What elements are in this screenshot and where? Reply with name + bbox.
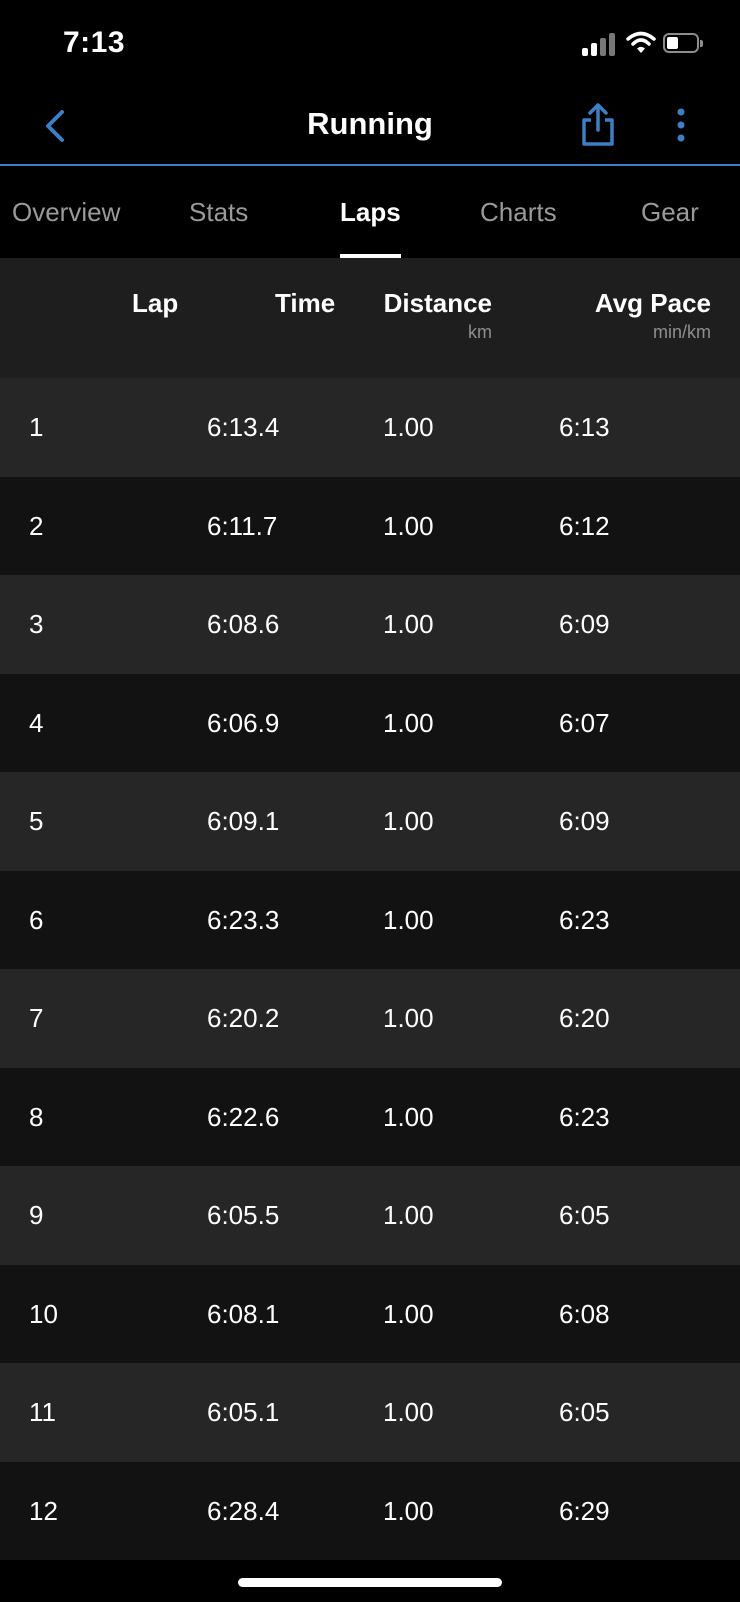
tab-bar: Overview Stats Laps Charts Gear [0,166,740,258]
cell-pace: 6:07 [559,707,610,738]
cell-lap: 9 [29,1200,44,1230]
cell-time: 6:22.6 [207,1101,280,1132]
cell-time: 6:06.9 [207,707,280,738]
home-indicator[interactable] [238,1578,502,1587]
cell-distance: 1.00 [383,1003,434,1033]
cell-time: 6:05.1 [207,1397,280,1427]
cell-time: 6:09.1 [207,806,280,836]
cell-lap: 6 [29,904,44,935]
cell-time: 6:13.4 [207,412,280,442]
tab-stats[interactable]: Stats [189,166,248,258]
cell-pace: 6:20 [559,1003,610,1033]
table-row[interactable]: 7 6:20.2 1.00 6:20 [0,969,740,1068]
status-time: 7:13 [63,26,126,59]
cell-pace: 6:12 [559,510,610,541]
column-header-distance[interactable]: Distance [384,288,492,319]
table-row[interactable]: 3 6:08.6 1.00 6:09 [0,575,740,674]
cell-lap: 1 [29,412,44,442]
cell-lap: 5 [29,806,44,836]
cell-distance: 1.00 [383,412,434,442]
table-row[interactable]: 4 6:06.9 1.00 6:07 [0,673,740,772]
table-row[interactable]: 10 6:08.1 1.00 6:08 [0,1264,740,1363]
table-row[interactable]: 8 6:22.6 1.00 6:23 [0,1067,740,1166]
cell-lap: 10 [29,1298,58,1329]
cell-pace: 6:09 [559,609,610,639]
cell-lap: 4 [29,707,44,738]
tab-laps[interactable]: Laps [340,166,401,258]
laps-table-header: Lap Time Distance km Avg Pace min/km [0,258,740,378]
tab-charts[interactable]: Charts [480,166,557,258]
cellular-signal-icon [582,32,618,56]
table-row[interactable]: 12 6:28.4 1.00 6:29 [0,1461,740,1560]
battery-icon [663,33,704,55]
table-row[interactable]: 6 6:23.3 1.00 6:23 [0,870,740,969]
cell-pace: 6:23 [559,904,610,935]
cell-distance: 1.00 [383,1298,434,1329]
cell-distance: 1.00 [383,609,434,639]
cell-lap: 12 [29,1495,58,1526]
cell-time: 6:08.1 [207,1298,280,1329]
cell-pace: 6:23 [559,1101,610,1132]
column-header-avg-pace[interactable]: Avg Pace [595,288,711,319]
cell-distance: 1.00 [383,707,434,738]
cell-distance: 1.00 [383,904,434,935]
laps-table-body: 1 6:13.4 1.00 6:13 2 6:11.7 1.00 6:12 3 … [0,378,740,1560]
cell-lap: 2 [29,510,44,541]
tab-overview[interactable]: Overview [12,166,120,258]
tab-gear[interactable]: Gear [641,166,699,258]
page-title: Running [307,106,433,141]
cell-pace: 6:09 [559,806,610,836]
cell-distance: 1.00 [383,1495,434,1526]
cell-lap: 3 [29,609,44,639]
cell-lap: 11 [29,1397,56,1427]
cell-time: 6:08.6 [207,609,280,639]
cell-pace: 6:05 [559,1397,610,1427]
nav-bar: Running [0,90,740,166]
cell-pace: 6:13 [559,412,610,442]
cell-time: 6:20.2 [207,1003,280,1033]
share-button[interactable] [578,102,618,148]
cell-time: 6:11.7 [207,510,278,541]
cell-lap: 8 [29,1101,44,1132]
column-unit-distance: km [468,322,492,342]
cell-lap: 7 [29,1003,44,1033]
table-row[interactable]: 5 6:09.1 1.00 6:09 [0,772,740,871]
cell-distance: 1.00 [383,1397,434,1427]
cell-distance: 1.00 [383,1200,434,1230]
wifi-icon [626,31,656,53]
cell-distance: 1.00 [383,1101,434,1132]
cell-pace: 6:29 [559,1495,610,1526]
table-row[interactable]: 2 6:11.7 1.00 6:12 [0,476,740,575]
cell-distance: 1.00 [383,806,434,836]
column-header-lap[interactable]: Lap [132,288,178,319]
column-header-time[interactable]: Time [275,288,335,319]
more-options-button[interactable] [666,104,696,148]
cell-time: 6:05.5 [207,1200,280,1230]
cell-distance: 1.00 [383,510,434,541]
column-unit-avg-pace: min/km [653,322,711,342]
cell-time: 6:28.4 [207,1495,280,1526]
cell-pace: 6:08 [559,1298,610,1329]
cell-pace: 6:05 [559,1200,610,1230]
status-bar: 7:13 [0,0,740,90]
table-row[interactable]: 1 6:13.4 1.00 6:13 [0,378,740,477]
table-row[interactable]: 11 6:05.1 1.00 6:05 [0,1363,740,1462]
cell-time: 6:23.3 [207,904,280,935]
table-row[interactable]: 9 6:05.5 1.00 6:05 [0,1166,740,1265]
